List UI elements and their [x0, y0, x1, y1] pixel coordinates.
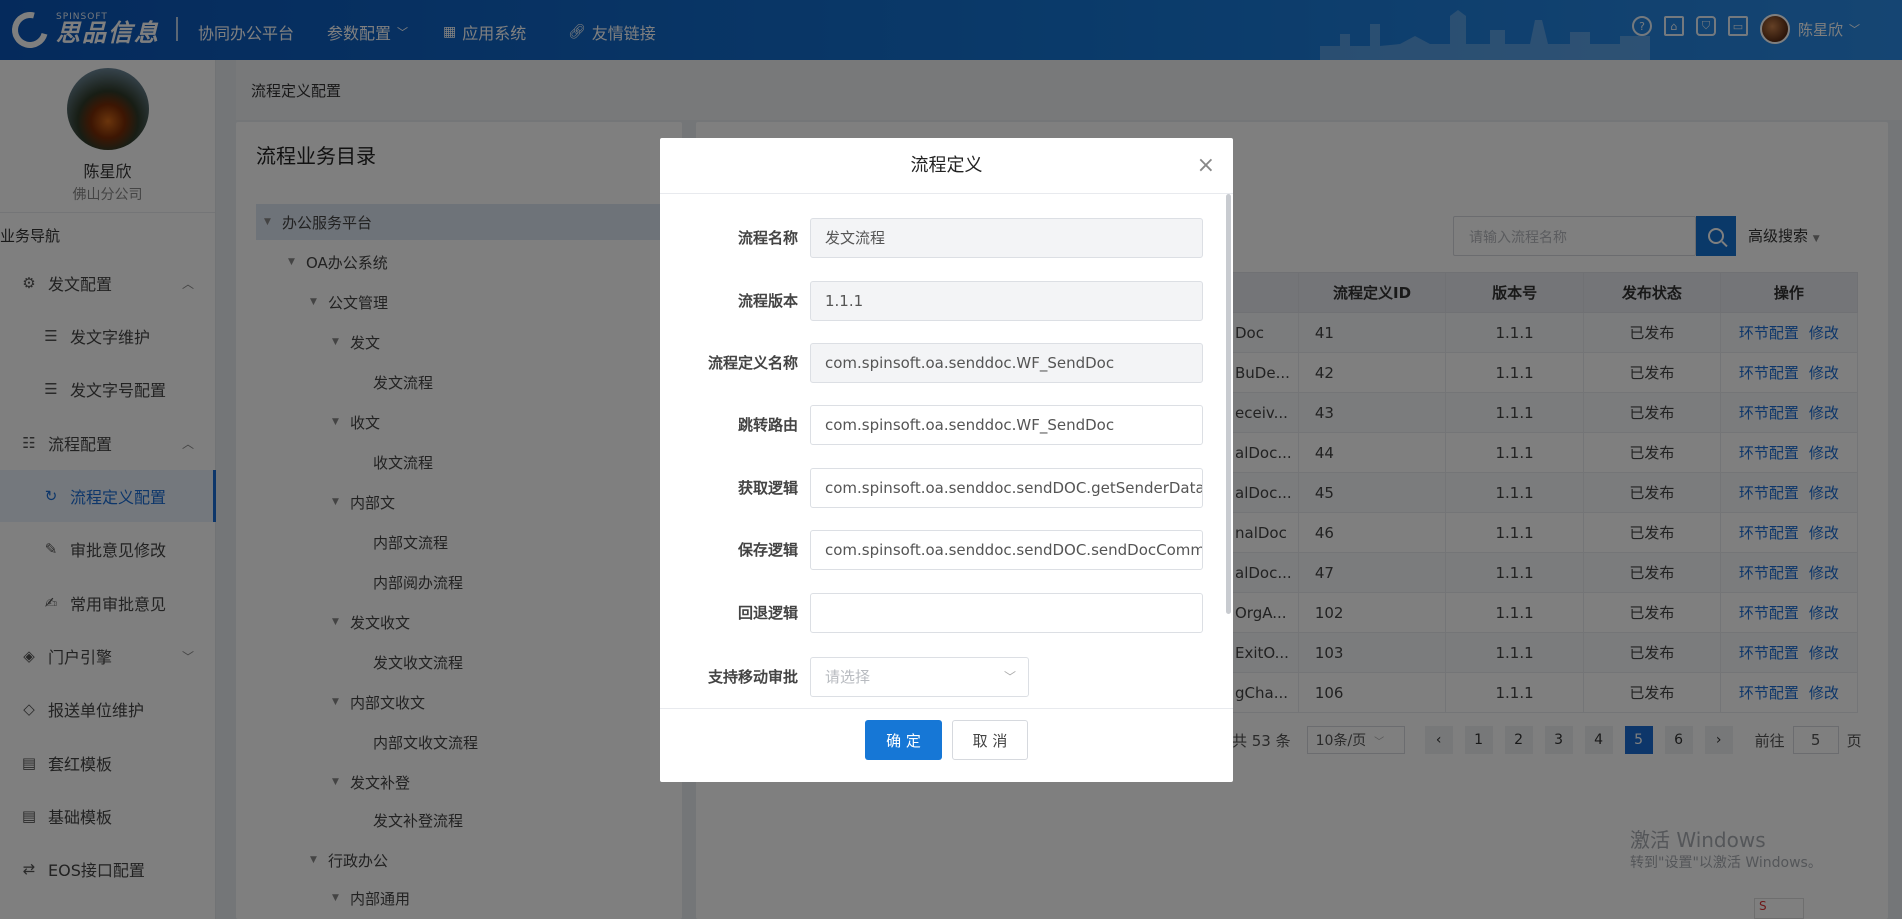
field-label-save: 保存逻辑: [737, 541, 798, 559]
field-label-fetch: 获取逻辑: [737, 479, 798, 497]
dialog-footer: [660, 708, 1233, 782]
chevron-down-icon: ﹀: [1003, 670, 1016, 684]
process-version-field[interactable]: 1.1.1: [810, 281, 1203, 321]
dialog-title: 流程定义: [910, 155, 983, 176]
scrollbar[interactable]: [1226, 194, 1231, 614]
field-label-mobile: 支持移动审批: [707, 668, 798, 686]
process-name-field[interactable]: 发文流程: [810, 218, 1203, 258]
jump-route-input[interactable]: com.spinsoft.oa.senddoc.WF_SendDoc: [810, 405, 1203, 445]
fetch-logic-input[interactable]: com.spinsoft.oa.senddoc.sendDOC.getSende…: [810, 468, 1203, 508]
rollback-logic-input[interactable]: [810, 593, 1203, 633]
cancel-button[interactable]: 取 消: [952, 720, 1028, 760]
confirm-button[interactable]: 确 定: [865, 720, 942, 760]
definition-name-field[interactable]: com.spinsoft.oa.senddoc.WF_SendDoc: [810, 343, 1203, 383]
close-icon[interactable]: ×: [1197, 138, 1215, 194]
save-logic-input[interactable]: com.spinsoft.oa.senddoc.sendDOC.sendDocC…: [810, 530, 1203, 570]
mobile-approval-select[interactable]: 请选择 ﹀: [810, 657, 1029, 697]
process-definition-dialog: 流程定义 × 流程名称 发文流程 流程版本 1.1.1 流程定义名称 com.s…: [660, 138, 1233, 782]
field-label-definition: 流程定义名称: [707, 354, 798, 372]
field-label-route: 跳转路由: [737, 416, 798, 434]
field-label-rollback: 回退逻辑: [737, 604, 798, 622]
field-label-name: 流程名称: [737, 229, 798, 247]
dialog-header: 流程定义 ×: [660, 138, 1233, 194]
field-label-version: 流程版本: [737, 292, 798, 310]
